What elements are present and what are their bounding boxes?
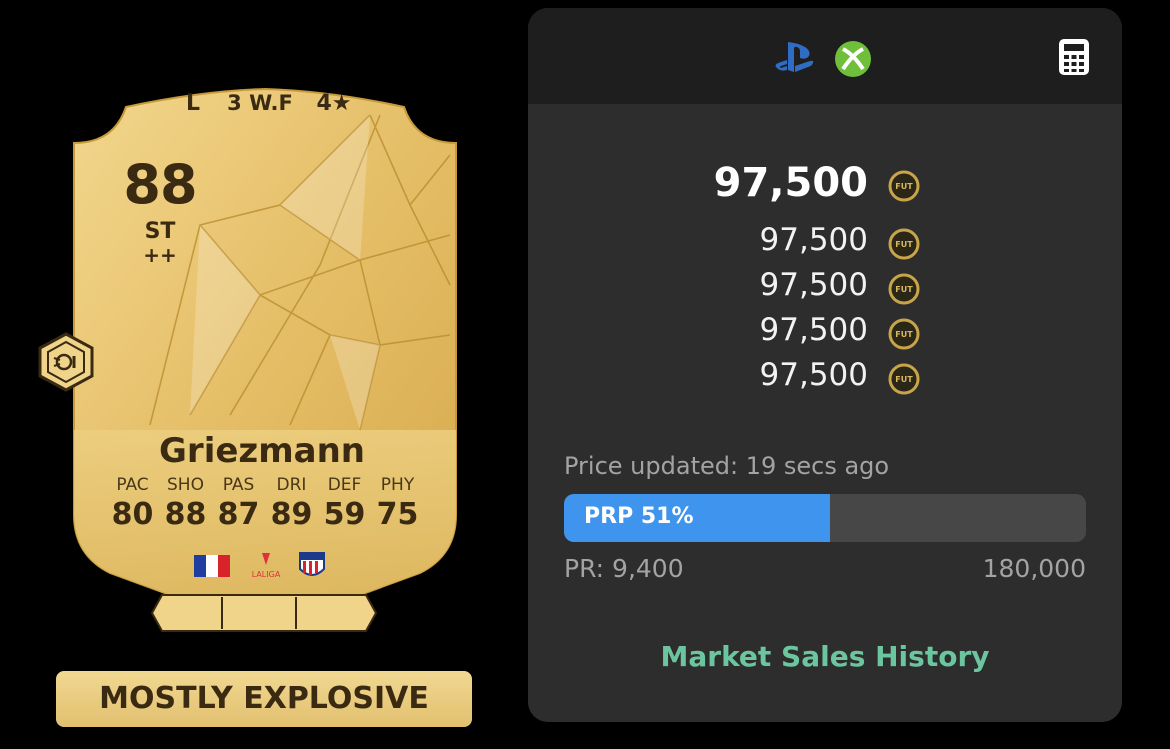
price-row: 97,500 FUT (528, 355, 1122, 395)
skill-moves: 4★ (316, 91, 352, 116)
price-row: 97,500 FUT (528, 310, 1122, 350)
stat-label: DRI (276, 475, 307, 495)
nation-league-club: LALIGA (194, 552, 325, 579)
stat-label: PAS (222, 475, 255, 495)
playstyle-plus-icon (38, 332, 94, 392)
prp-progress-bar: PRP 51% (564, 494, 1086, 542)
price-value: 97,500 (759, 222, 868, 258)
market-sales-history-link[interactable]: Market Sales History (528, 640, 1122, 673)
stat-labels: PAC SHO PAS DRI DEF PHY (106, 475, 424, 495)
stat-value: 59 (323, 497, 366, 532)
stat-value: 88 (164, 497, 207, 532)
position-plus: ++ (143, 243, 177, 267)
price-value: 97,500 (759, 312, 868, 348)
stat-value: 89 (270, 497, 313, 532)
player-rating: 88 (123, 153, 197, 216)
prp-label: PRP 51% (584, 504, 694, 529)
fut-coin-icon: FUT (888, 228, 920, 260)
stat-label: DEF (327, 475, 362, 495)
price-range-max: 180,000 (982, 554, 1086, 583)
price-panel: 97,500 FUT 97,500 FUT 97,500 FUT 97,500 … (528, 8, 1122, 722)
player-card[interactable]: 88 ST ++ Griezmann PAC SHO PAS DRI DEF P… (30, 85, 500, 645)
price-row-primary: 97,500 FUT (528, 160, 1122, 206)
price-row: 97,500 FUT (528, 220, 1122, 260)
price-updated-text: Price updated: 19 secs ago (564, 452, 890, 480)
xbox-icon[interactable] (834, 40, 872, 78)
fut-coin-icon: FUT (888, 363, 920, 395)
stat-label: SHO (167, 475, 204, 495)
svg-text:FUT: FUT (895, 285, 913, 294)
playstation-icon[interactable] (774, 40, 814, 76)
stat-value: 75 (376, 497, 419, 532)
calculator-icon[interactable] (1058, 38, 1090, 76)
svg-text:FUT: FUT (895, 182, 913, 191)
atletico-crest-icon (299, 552, 325, 576)
svg-text:LALIGA: LALIGA (252, 570, 281, 579)
svg-text:FUT: FUT (895, 375, 913, 384)
lowest-price: 97,500 (713, 160, 868, 206)
price-range-min: PR: 9,400 (564, 554, 684, 583)
platform-header (528, 8, 1122, 104)
france-flag-icon (194, 555, 230, 577)
stat-values: 80 88 87 89 59 75 (106, 497, 424, 532)
weak-foot: 3 W.F (227, 91, 293, 115)
svg-text:FUT: FUT (895, 240, 913, 249)
fut-coin-icon: FUT (888, 273, 920, 305)
stat-label: PAC (116, 475, 149, 495)
price-value: 97,500 (759, 267, 868, 303)
fut-coin-icon: FUT (888, 170, 920, 202)
player-position: ST (144, 219, 176, 244)
traits-tab-bg (150, 594, 378, 632)
player-name: Griezmann (159, 431, 365, 471)
card-label-badge: MOSTLY EXPLOSIVE (56, 671, 472, 727)
price-row: 97,500 FUT (528, 265, 1122, 305)
stat-label: PHY (380, 475, 415, 495)
stat-value: 87 (217, 497, 260, 532)
svg-text:FUT: FUT (895, 330, 913, 339)
fut-coin-icon: FUT (888, 318, 920, 350)
price-value: 97,500 (759, 357, 868, 393)
stat-value: 80 (111, 497, 154, 532)
preferred-foot: L (185, 91, 201, 116)
laliga-logo-icon: LALIGA (252, 553, 281, 579)
